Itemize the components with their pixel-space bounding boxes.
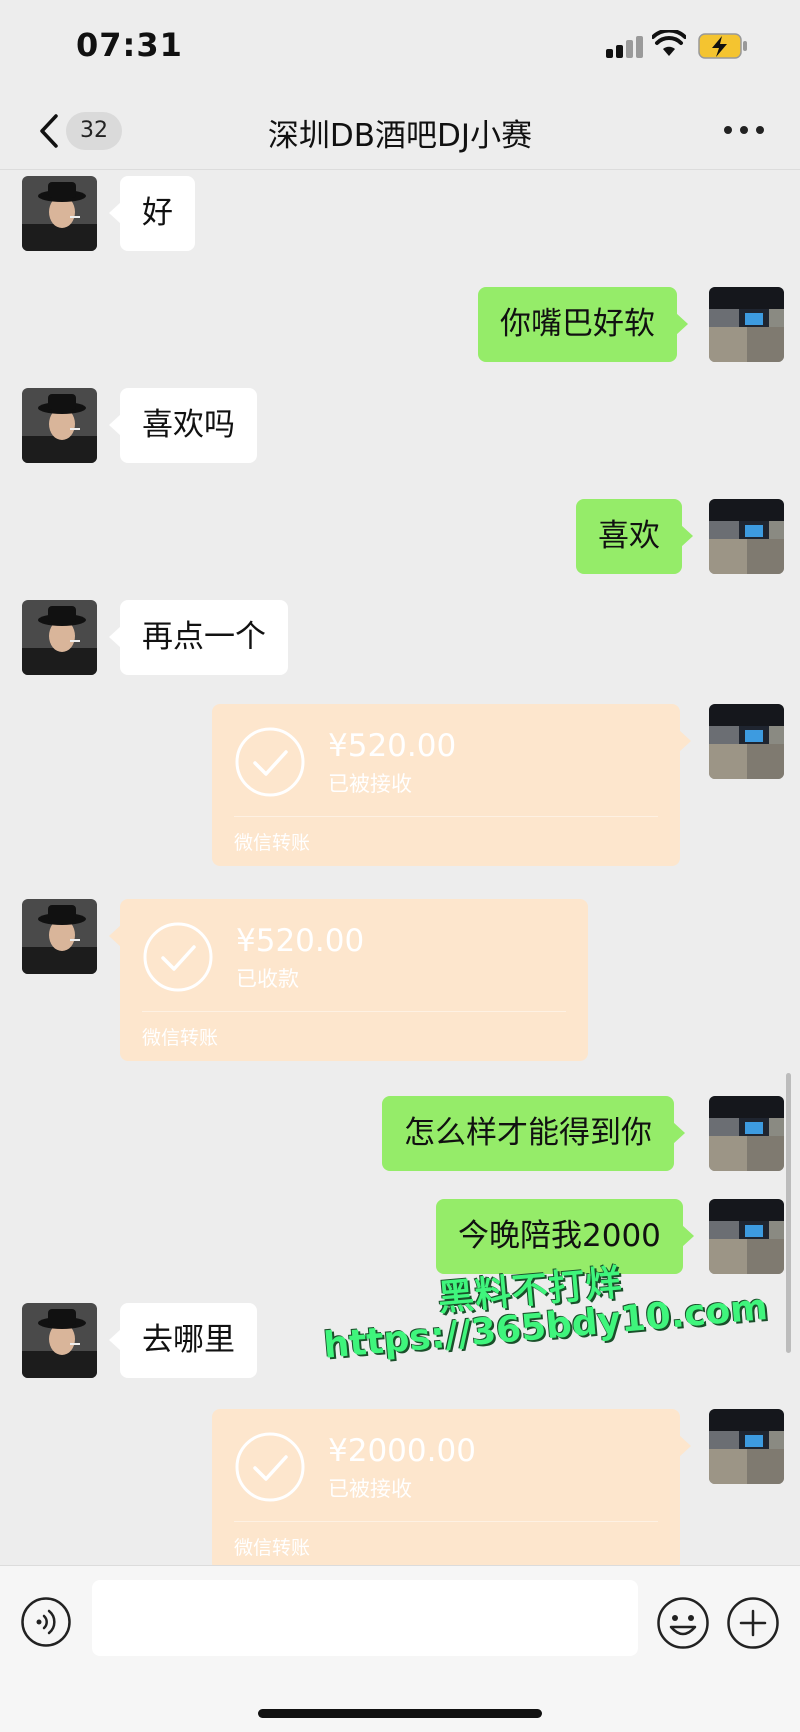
contact-avatar[interactable] bbox=[22, 388, 97, 463]
transfer-amount: ¥2000.00 bbox=[328, 1433, 476, 1469]
chat-title: 深圳DB酒吧DJ小赛 bbox=[267, 118, 533, 154]
message-bubble[interactable]: 喜欢 bbox=[576, 499, 693, 574]
checkmark-circle-icon bbox=[235, 1432, 305, 1502]
transfer-status: 已收款 bbox=[236, 967, 299, 991]
transfer-label: 微信转账 bbox=[234, 832, 311, 854]
transfer-amount: ¥520.00 bbox=[328, 728, 457, 764]
message-bubble[interactable]: 喜欢吗 bbox=[109, 388, 257, 463]
scrollbar[interactable] bbox=[786, 1073, 791, 1353]
self-avatar[interactable] bbox=[709, 704, 784, 779]
chat-header: 32 深圳DB酒吧DJ小赛 bbox=[0, 92, 800, 170]
voice-icon[interactable] bbox=[20, 1596, 72, 1648]
transfer-label: 微信转账 bbox=[142, 1027, 219, 1049]
checkmark-circle-icon bbox=[235, 727, 305, 797]
self-avatar[interactable] bbox=[709, 1409, 784, 1484]
wifi-icon bbox=[652, 30, 686, 56]
checkmark-circle-icon bbox=[143, 922, 213, 992]
self-avatar[interactable] bbox=[709, 499, 784, 574]
message-bubble[interactable]: 去哪里 bbox=[109, 1303, 257, 1378]
message-bubble[interactable]: 怎么样才能得到你 bbox=[382, 1096, 685, 1171]
contact-avatar[interactable] bbox=[22, 1303, 97, 1378]
status-bar: 07:31 bbox=[0, 0, 800, 92]
emoji-icon[interactable] bbox=[656, 1596, 710, 1650]
home-indicator bbox=[258, 1709, 542, 1718]
input-bar bbox=[0, 1565, 800, 1732]
transfer-label: 微信转账 bbox=[234, 1537, 311, 1559]
battery-charging-icon bbox=[698, 33, 747, 59]
divider bbox=[142, 1011, 566, 1012]
transfer-card[interactable]: ¥520.00 已被接收 微信转账 bbox=[212, 704, 691, 866]
transfer-amount: ¥520.00 bbox=[236, 923, 365, 959]
more-dots-icon[interactable] bbox=[724, 126, 764, 136]
status-time: 07:31 bbox=[76, 26, 183, 64]
plus-icon[interactable] bbox=[726, 1596, 780, 1650]
divider bbox=[234, 1521, 658, 1522]
contact-avatar[interactable] bbox=[22, 899, 97, 974]
cellular-signal-icon bbox=[606, 36, 644, 58]
message-input[interactable] bbox=[92, 1580, 638, 1656]
self-avatar[interactable] bbox=[709, 1096, 784, 1171]
transfer-card[interactable]: ¥520.00 已收款 微信转账 bbox=[109, 899, 588, 1061]
contact-avatar[interactable] bbox=[22, 176, 97, 251]
divider bbox=[234, 816, 658, 817]
message-bubble[interactable]: 再点一个 bbox=[109, 600, 288, 675]
message-bubble[interactable]: 你嘴巴好软 bbox=[478, 287, 688, 362]
contact-avatar[interactable] bbox=[22, 600, 97, 675]
transfer-status: 已被接收 bbox=[328, 772, 412, 796]
self-avatar[interactable] bbox=[709, 287, 784, 362]
message-bubble[interactable]: 好 bbox=[109, 176, 195, 251]
transfer-status: 已被接收 bbox=[328, 1477, 412, 1501]
transfer-card[interactable]: ¥2000.00 已被接收 微信转账 bbox=[212, 1409, 691, 1565]
